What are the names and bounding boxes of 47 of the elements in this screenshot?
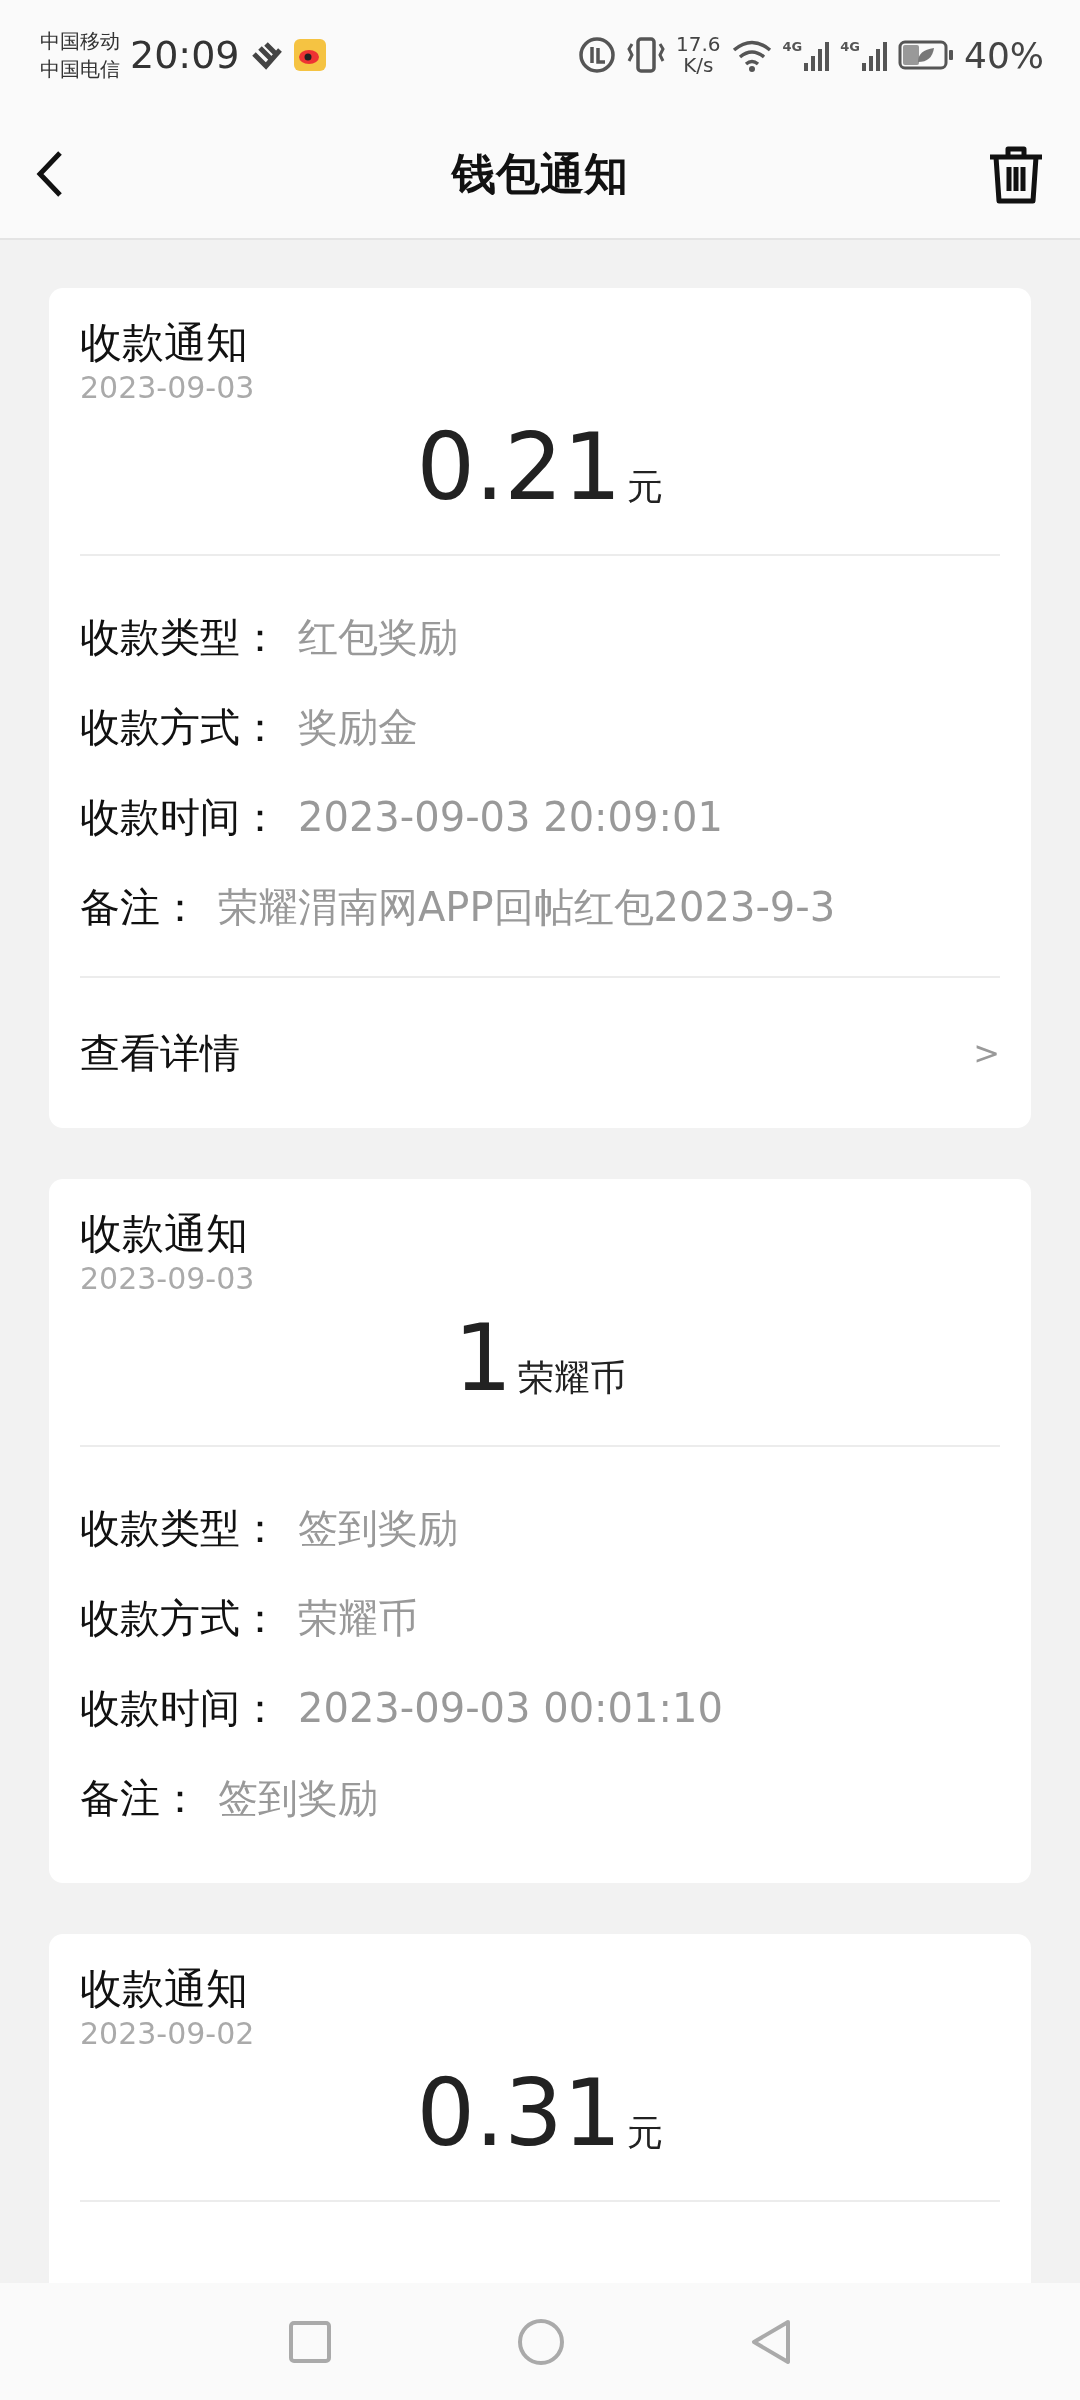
network-label: 4G [840,39,860,54]
battery-icon [898,40,954,70]
network-label: 4G [782,39,803,54]
field-label: 收款时间： [80,1683,280,1733]
view-details-link[interactable]: 查看详情 > [80,976,1000,1128]
field-value: 签到奖励 [218,1773,378,1823]
card-date: 2023-09-02 [80,2015,256,2053]
carrier-label: 中国移动 [40,28,120,55]
home-button[interactable] [517,2317,565,2366]
amount-unit: 元 [627,2111,664,2155]
network-speed: 17.6 K/s [676,34,721,76]
clock: 20:09 [130,33,240,77]
amount: 1 [453,1309,513,1409]
field-label: 备注： [80,882,200,932]
field-value: 奖励金 [298,702,418,752]
field-label: 收款类型： [80,612,280,662]
field-label: 收款时间： [80,792,280,842]
signal-icon [862,39,888,71]
vibrate-icon [626,36,666,74]
amount-unit: 荣耀币 [518,1356,627,1400]
field-value: 红包奖励 [298,612,458,662]
signal-icon [804,39,831,71]
amount-unit: 元 [627,465,664,509]
page-title: 钱包通知 [452,146,628,201]
card-title: 收款通知 [80,1964,249,2014]
card-title: 收款通知 [80,318,249,368]
field-value: 荣耀渭南网APP回帖红包2023-9-3 [218,882,836,932]
back-nav-button[interactable] [750,2317,792,2366]
field-value: 2023-09-03 00:01:10 [298,1685,723,1731]
card-date: 2023-09-03 [80,1260,256,1298]
amount: 0.31 [416,2064,622,2164]
field-label: 收款方式： [80,1593,280,1643]
field-label: 收款方式： [80,702,280,752]
recents-button[interactable] [288,2319,332,2364]
card-date: 2023-09-03 [80,369,256,407]
carrier-label: 中国电信 [40,56,120,83]
field-value: 2023-09-03 20:09:01 [298,794,723,840]
field-label: 收款类型： [80,1503,280,1553]
field-value: 荣耀币 [298,1593,418,1643]
wifi-icon [730,38,773,72]
eye-app-icon [293,39,326,71]
amount: 0.21 [416,418,622,518]
field-value: 签到奖励 [298,1503,458,1553]
battery-percent: 40% [964,34,1044,76]
card-title: 收款通知 [80,1209,249,1259]
field-label: 备注： [80,1773,200,1823]
hd-icon [578,36,616,74]
